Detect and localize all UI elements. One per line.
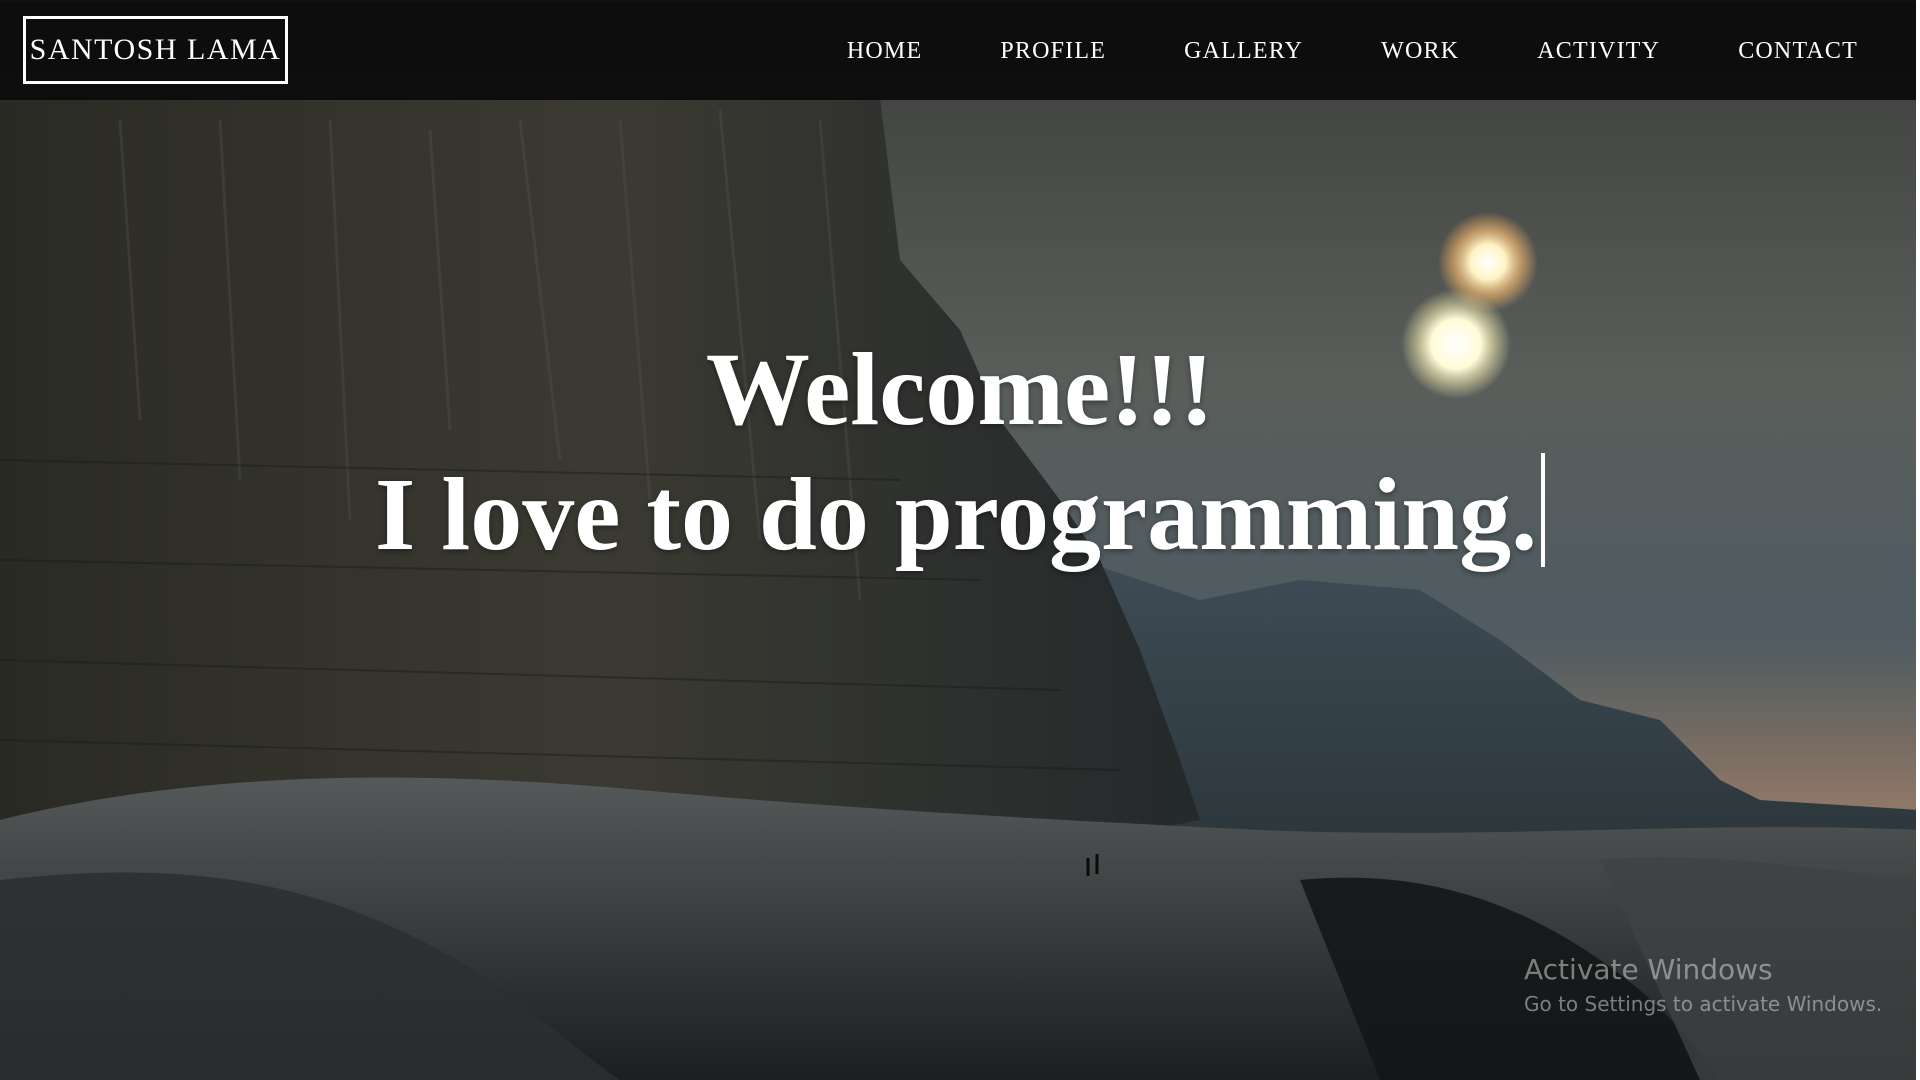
watermark-title: Activate Windows [1524, 953, 1773, 986]
hero-welcome-heading: Welcome!!! [705, 332, 1215, 447]
nav-menu: HOME PROFILE GALLERY WORK ACTIVITY CONTA… [847, 2, 1920, 100]
nav-item-contact[interactable]: CONTACT [1738, 38, 1858, 65]
typing-caret [1541, 453, 1546, 567]
nav-item-home[interactable]: HOME [847, 38, 922, 65]
top-navbar: SANTOSH LAMA HOME PROFILE GALLERY WORK A… [0, 0, 1920, 100]
brand-logo-button[interactable]: SANTOSH LAMA [23, 16, 288, 84]
nav-item-gallery[interactable]: GALLERY [1184, 38, 1303, 65]
hero-tagline-text: I love to do programming. [374, 457, 1538, 572]
window-edge-divider [1916, 0, 1920, 1080]
hero-tagline: I love to do programming. [374, 450, 1546, 580]
nav-item-activity[interactable]: ACTIVITY [1537, 38, 1660, 65]
nav-item-profile[interactable]: PROFILE [1000, 38, 1106, 65]
watermark-subtitle: Go to Settings to activate Windows. [1524, 992, 1883, 1016]
hero-section: Welcome!!! I love to do programming. [0, 330, 1920, 580]
nav-item-work[interactable]: WORK [1381, 38, 1459, 65]
activate-windows-watermark: Activate Windows Go to Settings to activ… [1524, 952, 1882, 1020]
